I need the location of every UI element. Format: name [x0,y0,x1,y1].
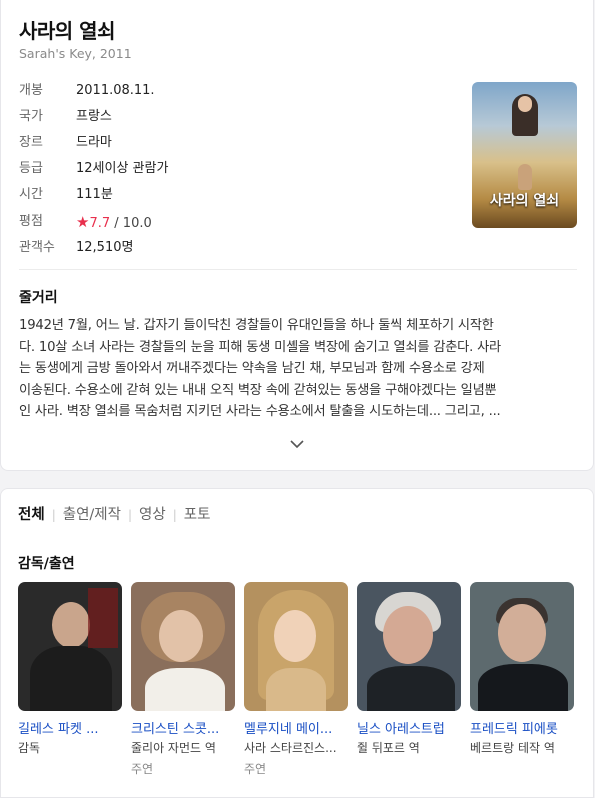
rating-max: / 10.0 [114,216,152,231]
chevron-down-icon[interactable] [289,436,305,452]
cast-role: 사라 스타르진스... [244,741,337,755]
photo-backdrop [88,588,118,648]
rating-value[interactable]: ★7.7 / 10.0 [76,212,152,234]
cast-item[interactable]: 길레스 파켓 ... 감독 [18,582,122,756]
info-label: 관객수 [19,240,55,255]
info-label: 장르 [19,135,43,150]
cast-type: 주연 [131,762,154,776]
photo-body [30,646,112,711]
synopsis-line: 는 동생에게 금방 돌아와서 꺼내주겠다는 약속을 남긴 채, 부모님과 함께 … [19,361,485,376]
tab-separator: | [172,508,177,522]
movie-info-card: 사라의 열쇠 Sarah's Key, 2011 개봉 2011.08.11. … [0,0,594,471]
divider [19,269,577,270]
cast-name[interactable]: 닐스 아레스트럽 [357,718,463,737]
photo-body [145,668,225,711]
info-value: 12세이상 관람가 [76,161,169,176]
cast-heading: 감독/출연 [18,556,75,572]
cast-role: 베르트랑 테작 역 [470,741,555,755]
photo-body [478,664,568,711]
cast-item[interactable]: 멜루지네 메이... 사라 스타르진스... 주연 [244,582,348,777]
info-value: 프랑스 [76,109,112,124]
cast-name[interactable]: 멜루지네 메이... [244,718,350,737]
rating-score: 7.7 [89,216,111,231]
photo-head [274,610,316,662]
synopsis-line: 이송된다. 수용소에 갇혀 있는 내내 오직 벽장 속에 갇혀있는 동생을 구해… [19,382,497,398]
synopsis-line: 1942년 7월, 어느 날. 갑자기 들이닥친 경찰들이 유대인들을 하나 둘… [19,318,494,333]
synopsis-line: 인 사라. 벽장 열쇠를 목숨처럼 지키던 사라는 수용소에서 탈출을 시도하는… [19,404,501,419]
cast-photo[interactable] [244,582,348,711]
cast-name[interactable]: 길레스 파켓 ... [18,718,124,737]
cast-photo[interactable] [18,582,122,711]
info-value: 2011.08.11. [76,83,155,98]
synopsis-text: 1942년 7월, 어느 날. 갑자기 들이닥친 경찰들이 유대인들을 하나 둘… [19,315,579,423]
info-value: 111분 [76,187,113,202]
photo-body [367,666,455,711]
info-label: 평점 [19,214,43,229]
photo-head [383,606,433,664]
cast-item[interactable]: 닐스 아레스트럽 쥘 뒤포르 역 [357,582,461,756]
info-label: 등급 [19,161,43,176]
tab-all[interactable]: 전체 [18,504,45,526]
cast-photo[interactable] [131,582,235,711]
photo-head [498,604,546,662]
movie-poster[interactable]: 사라의 열쇠 [472,82,577,228]
info-value: 12,510명 [76,240,134,255]
photo-body [266,668,326,711]
cast-role: 쥘 뒤포르 역 [357,741,420,755]
info-label: 시간 [19,187,43,202]
poster-title: 사라의 열쇠 [489,193,560,209]
cast-item[interactable]: 프레드릭 피에롯 베르트랑 테작 역 [470,582,574,756]
cast-role: 감독 [18,741,41,755]
content-tabs: 전체 | 출연/제작 | 영상 | 포토 [18,504,210,526]
cast-role: 줄리아 자먼드 역 [131,741,216,755]
info-label: 개봉 [19,83,43,98]
poster-face [518,96,532,112]
info-value: 드라마 [76,135,112,150]
movie-subtitle: Sarah's Key, 2011 [19,46,132,61]
tab-separator: | [51,508,56,522]
cast-item[interactable]: 크리스틴 스콧... 줄리아 자먼드 역 주연 [131,582,235,777]
tab-photo[interactable]: 포토 [184,504,211,526]
star-icon: ★ [76,213,90,231]
synopsis-line: 다. 10살 소녀 사라는 경찰들의 눈을 피해 동생 미셸을 벽장에 숨기고 … [19,339,501,355]
photo-head [52,602,90,648]
movie-title: 사라의 열쇠 [19,19,115,43]
cast-type: 주연 [244,762,267,776]
cast-photo[interactable] [357,582,461,711]
tab-cast-crew[interactable]: 출연/제작 [63,504,121,526]
poster-child [518,164,532,190]
cast-list: 길레스 파켓 ... 감독 크리스틴 스콧... 줄리아 자먼드 역 주연 멜루… [18,582,588,782]
cast-name[interactable]: 크리스틴 스콧... [131,718,237,737]
cast-photo[interactable] [470,582,574,711]
info-label: 국가 [19,109,43,124]
synopsis-heading: 줄거리 [19,290,58,306]
tab-video[interactable]: 영상 [139,504,166,526]
tab-separator: | [127,508,133,522]
cast-name[interactable]: 프레드릭 피에롯 [470,718,576,737]
photo-head [159,610,203,662]
